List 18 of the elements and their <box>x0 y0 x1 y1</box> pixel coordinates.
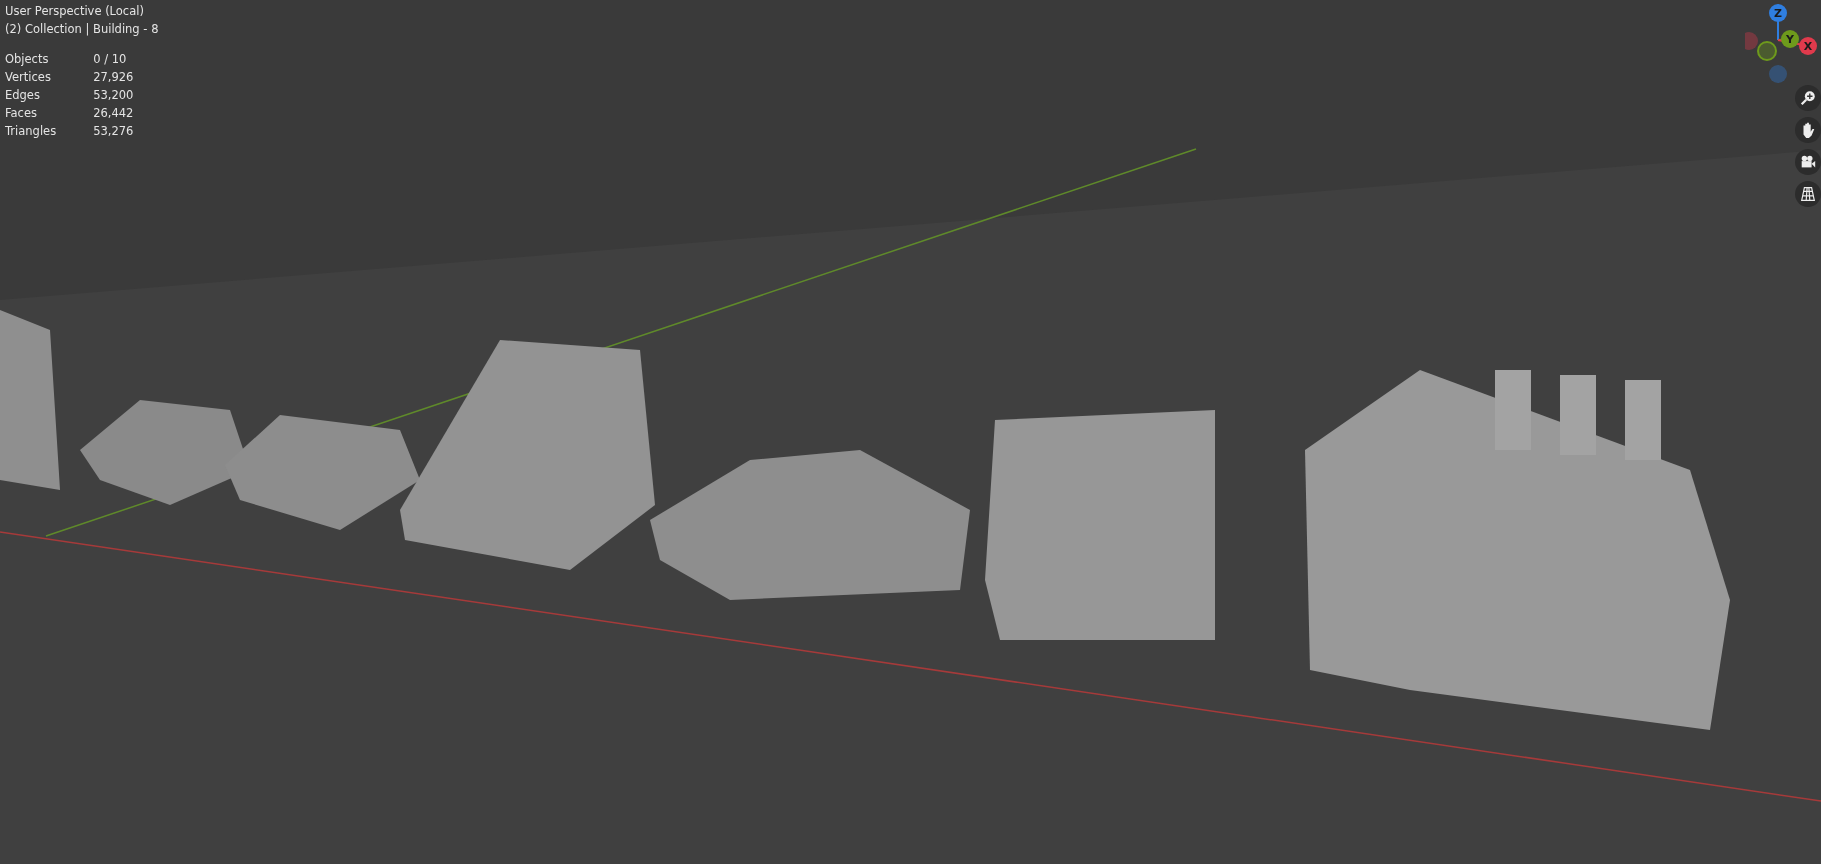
stat-label: Objects <box>5 51 49 68</box>
axis-handle[interactable] <box>1769 65 1787 83</box>
stat-value: 27,926 <box>93 69 134 86</box>
axis-handle[interactable]: X <box>1799 37 1817 55</box>
view-mode-label: User Perspective (Local) <box>5 3 144 20</box>
collection-label: (2) Collection | Building - 8 <box>5 21 159 38</box>
stat-label: Faces <box>5 105 37 122</box>
stat-label: Edges <box>5 87 40 104</box>
axis-handle[interactable] <box>1745 32 1758 50</box>
stat-value: 26,442 <box>93 105 134 122</box>
axis-handle[interactable]: Z <box>1769 4 1787 22</box>
stat-value: 53,276 <box>93 123 134 140</box>
stat-value: 0 / 10 <box>93 51 127 68</box>
stat-value: 53,200 <box>93 87 134 104</box>
axis-handle[interactable]: Y <box>1781 30 1799 48</box>
stat-label: Vertices <box>5 69 51 86</box>
axis-handle[interactable] <box>1757 41 1777 61</box>
stat-label: Triangles <box>5 123 57 140</box>
